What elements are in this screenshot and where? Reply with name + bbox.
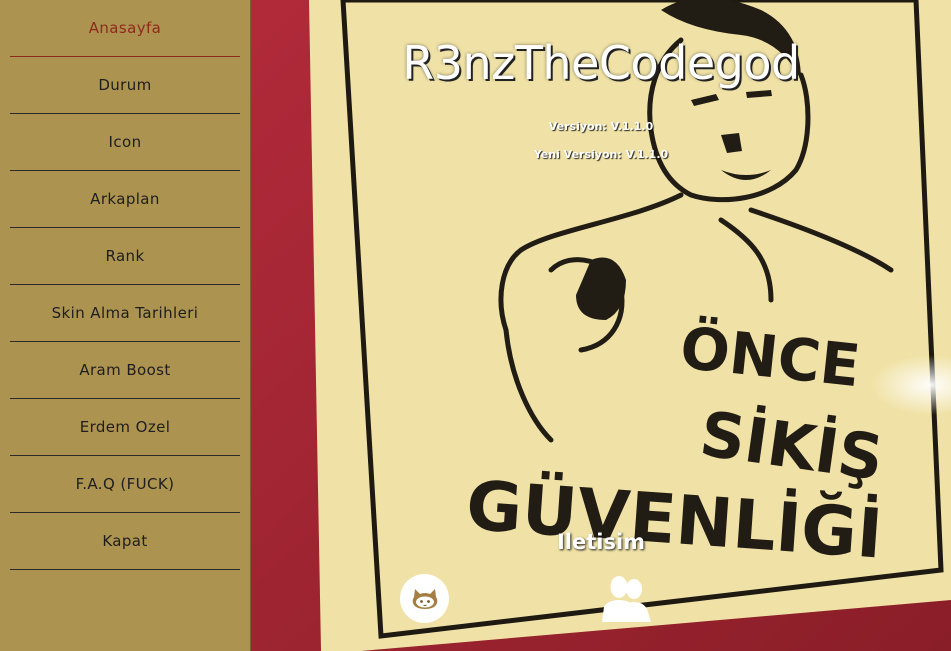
sidebar-item-erdem-ozel[interactable]: Erdem Ozel <box>10 399 240 456</box>
sidebar-item-durum[interactable]: Durum <box>10 57 240 114</box>
sidebar-item-anasayfa[interactable]: Anasayfa <box>10 0 240 57</box>
sidebar: Anasayfa Durum Icon Arkaplan Rank Skin A… <box>0 0 251 651</box>
sidebar-item-aram-boost[interactable]: Aram Boost <box>10 342 240 399</box>
github-icon <box>412 588 437 609</box>
version-label: Versiyon: V.1.1.0 <box>548 120 654 133</box>
sidebar-item-faq[interactable]: F.A.Q (FUCK) <box>10 456 240 513</box>
github-button[interactable] <box>400 574 449 623</box>
contact-heading: Iletisim <box>556 530 646 554</box>
sidebar-item-icon[interactable]: Icon <box>10 114 240 171</box>
sidebar-item-kapat[interactable]: Kapat <box>10 513 240 570</box>
app-title: R3nzTheCodegod <box>402 36 800 90</box>
users-button[interactable] <box>599 576 655 622</box>
new-version-label: Yeni Versiyon: V.1.1.0 <box>533 148 669 161</box>
users-icon <box>602 576 651 622</box>
sidebar-item-skin-alma-tarihleri[interactable]: Skin Alma Tarihleri <box>10 285 240 342</box>
main-panel: ÖNCE SİKİŞ GÜVENLİĞİ R3nzTheCodegod Vers… <box>251 0 951 651</box>
sidebar-item-rank[interactable]: Rank <box>10 228 240 285</box>
sidebar-item-arkaplan[interactable]: Arkaplan <box>10 171 240 228</box>
